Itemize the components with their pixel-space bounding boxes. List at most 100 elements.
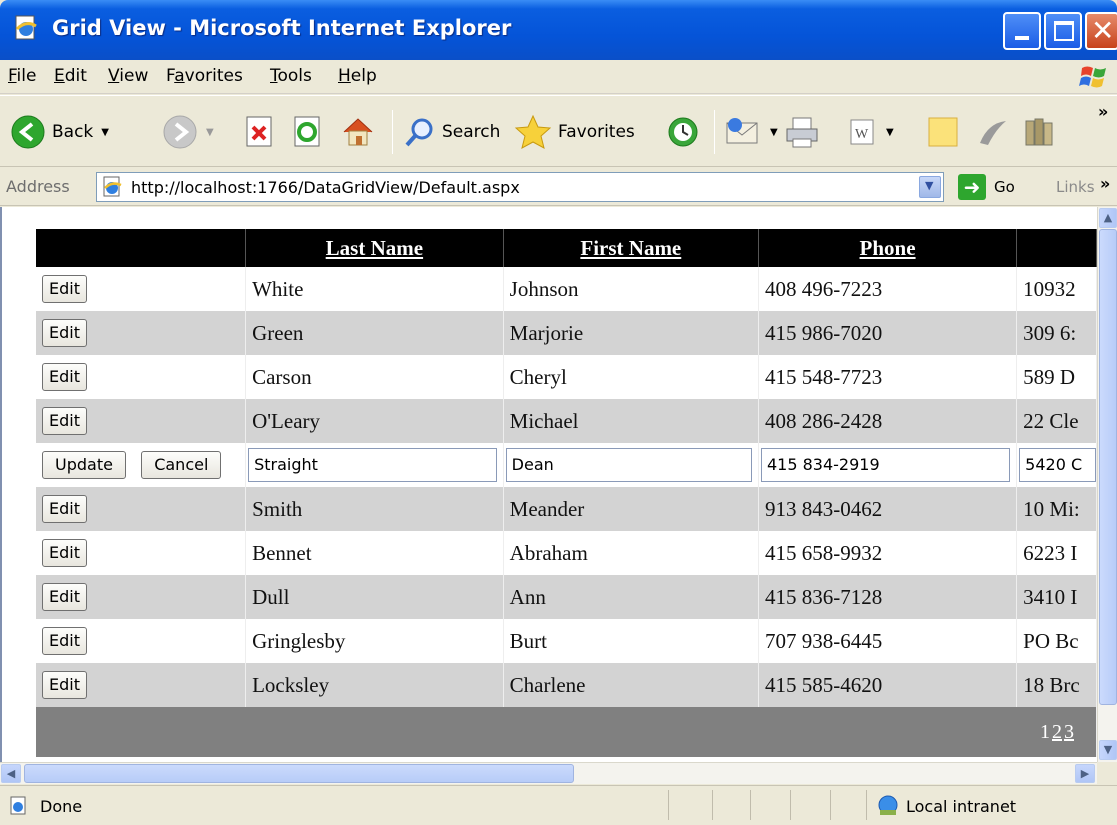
header-last-name[interactable]: Last Name <box>245 229 504 267</box>
vertical-scroll-thumb[interactable] <box>1099 229 1117 705</box>
horizontal-scrollbar[interactable]: ◀ ▶ <box>0 762 1097 784</box>
toolbar-separator <box>714 110 715 154</box>
back-arrow-icon <box>11 115 45 149</box>
phone-cell: 415 548-7723 <box>758 355 1018 399</box>
scroll-down-arrow-icon[interactable]: ▼ <box>1099 740 1117 760</box>
phone-cell: 408 286-2428 <box>758 399 1018 443</box>
menu-tools-key: T <box>270 66 278 86</box>
table-row: Edit Gringlesby Burt 707 938-6445 PO Bc <box>36 619 1097 663</box>
close-button[interactable]: ✕ <box>1085 12 1117 50</box>
status-panel <box>830 790 831 820</box>
research-button[interactable] <box>1022 108 1056 156</box>
address-cell: 10932 <box>1016 267 1097 311</box>
edit-button[interactable]: Edit <box>42 275 87 303</box>
command-cell: Edit <box>36 355 247 399</box>
search-icon <box>405 118 433 147</box>
address-cell: 3410 I <box>1016 575 1097 619</box>
page-content: Last Name First Name Phone Edit White Jo… <box>0 207 1097 762</box>
home-button[interactable] <box>340 108 376 156</box>
forward-arrow-icon <box>163 115 197 149</box>
last-name-cell: Smith <box>245 487 504 531</box>
forward-dropdown-icon[interactable]: ▼ <box>206 127 214 138</box>
update-button[interactable]: Update <box>42 451 126 479</box>
mail-dropdown-icon[interactable]: ▼ <box>770 127 778 138</box>
discuss-button[interactable] <box>926 108 960 156</box>
phone-cell: 913 843-0462 <box>758 487 1018 531</box>
history-button[interactable] <box>666 108 700 156</box>
first-name-cell: Burt <box>503 619 759 663</box>
edit-dropdown-icon[interactable]: ▼ <box>886 127 894 138</box>
messenger-button[interactable] <box>974 108 1010 156</box>
scroll-right-arrow-icon[interactable]: ▶ <box>1075 764 1095 783</box>
mail-button[interactable]: ▼ <box>724 108 778 156</box>
pager-link-page-3[interactable]: 3 <box>1064 721 1074 743</box>
phone-cell: 415 836-7128 <box>758 575 1018 619</box>
scroll-left-arrow-icon[interactable]: ◀ <box>1 764 21 783</box>
menu-edit[interactable]: Edit <box>54 66 87 86</box>
last-name-input[interactable]: Straight <box>248 448 497 482</box>
edit-button[interactable]: Edit <box>42 363 87 391</box>
ie-page-icon <box>15 15 37 40</box>
phone-input[interactable]: 415 834-2919 <box>760 448 1011 482</box>
minimize-button[interactable] <box>1003 12 1041 50</box>
go-button[interactable]: ➜ Go <box>958 174 1015 200</box>
stop-button[interactable] <box>244 108 276 156</box>
edit-button[interactable]: Edit <box>42 539 87 567</box>
menu-file[interactable]: File <box>8 66 36 86</box>
menu-view[interactable]: View <box>108 66 148 86</box>
header-address[interactable] <box>1016 229 1097 267</box>
status-bar: Done Local intranet <box>0 785 1117 825</box>
menu-favorites[interactable]: Favorites <box>166 66 243 86</box>
menu-tools[interactable]: Tools <box>270 66 312 86</box>
edit-button[interactable]: Edit <box>42 671 87 699</box>
status-text: Done <box>40 797 83 816</box>
edit-word-button[interactable]: W ▼ <box>848 108 894 156</box>
edit-button[interactable]: Edit <box>42 495 87 523</box>
address-cell: 22 Cle <box>1016 399 1097 443</box>
security-zone[interactable]: Local intranet <box>876 795 1016 817</box>
address-input[interactable]: 5420 C <box>1019 448 1096 482</box>
vertical-scrollbar[interactable]: ▲ ▼ <box>1097 207 1117 762</box>
status-panel <box>866 790 867 820</box>
address-bar: Address http://localhost:1766/DataGridVi… <box>0 168 1117 206</box>
print-button[interactable] <box>784 108 820 156</box>
phone-cell: 408 496-7223 <box>758 267 1018 311</box>
maximize-button[interactable] <box>1044 12 1082 50</box>
address-input[interactable]: http://localhost:1766/DataGridView/Defau… <box>96 172 944 202</box>
address-url: http://localhost:1766/DataGridView/Defau… <box>131 178 520 197</box>
edit-button[interactable]: Edit <box>42 319 87 347</box>
links-label[interactable]: Links <box>1056 178 1095 196</box>
last-name-cell: O'Leary <box>245 399 504 443</box>
refresh-button[interactable] <box>292 108 324 156</box>
standard-toolbar: Back ▼ ▼ Search Favorites ▼ W ▼ » <box>0 95 1117 167</box>
back-button[interactable]: Back ▼ <box>10 108 109 156</box>
first-name-input[interactable]: Dean <box>505 448 752 482</box>
cancel-button[interactable]: Cancel <box>141 451 222 479</box>
command-cell: Edit <box>36 399 247 443</box>
search-button[interactable]: Search <box>404 108 500 156</box>
edit-button[interactable]: Edit <box>42 407 87 435</box>
edit-button[interactable]: Edit <box>42 627 87 655</box>
mail-icon <box>726 118 758 144</box>
go-label: Go <box>994 178 1015 196</box>
favorites-button[interactable]: Favorites <box>514 108 635 156</box>
status-panel <box>712 790 713 820</box>
back-dropdown-icon[interactable]: ▼ <box>101 127 109 138</box>
back-label: Back <box>52 122 94 142</box>
menu-help[interactable]: Help <box>338 66 377 86</box>
data-grid: Last Name First Name Phone Edit White Jo… <box>36 229 1097 757</box>
pager-link-page-2[interactable]: 2 <box>1052 721 1062 743</box>
horizontal-scroll-thumb[interactable] <box>24 764 574 783</box>
links-overflow-chevron[interactable]: » <box>1100 174 1110 193</box>
edit-button[interactable]: Edit <box>42 583 87 611</box>
forward-button[interactable]: ▼ <box>162 108 214 156</box>
header-phone[interactable]: Phone <box>758 229 1018 267</box>
toolbar-overflow-chevron[interactable]: » <box>1098 102 1108 121</box>
scroll-up-arrow-icon[interactable]: ▲ <box>1099 208 1117 228</box>
last-name-cell: White <box>245 267 504 311</box>
address-cell: 589 D <box>1016 355 1097 399</box>
address-dropdown-button[interactable]: ▼ <box>919 176 941 198</box>
minimize-icon <box>1015 36 1029 40</box>
header-first-name[interactable]: First Name <box>503 229 759 267</box>
status-panel <box>790 790 791 820</box>
